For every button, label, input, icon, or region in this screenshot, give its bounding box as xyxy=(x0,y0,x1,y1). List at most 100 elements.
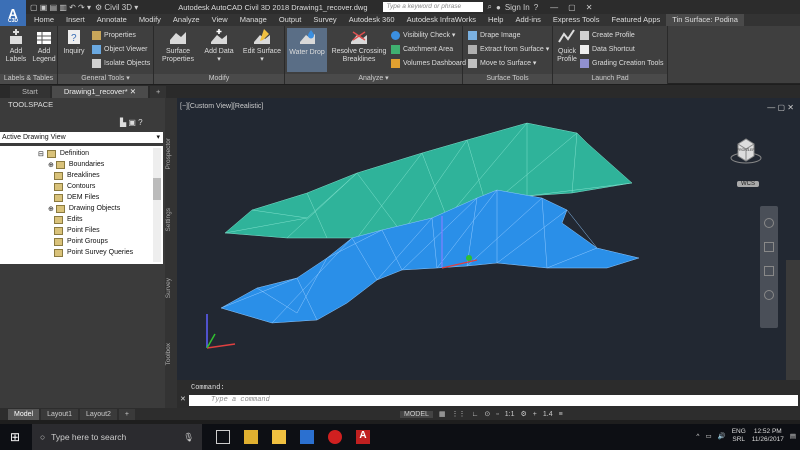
layout-tab-layout1[interactable]: Layout1 xyxy=(41,408,78,420)
surface-properties-button[interactable]: Surface Properties xyxy=(158,28,198,64)
tab-modify[interactable]: Modify xyxy=(133,14,167,26)
edge-icon[interactable] xyxy=(300,430,314,444)
edit-surface-button[interactable]: Edit Surface ▾ xyxy=(242,28,282,64)
workspace-select[interactable]: ⚙ Civil 3D ▾ xyxy=(95,3,138,12)
tree-node-point-survey-queries[interactable]: Point Survey Queries xyxy=(54,247,133,258)
tab-autodesk-360[interactable]: Autodesk 360 xyxy=(343,14,401,26)
quick-profile-button[interactable]: Quick Profile xyxy=(555,28,579,64)
help-icon[interactable]: ? xyxy=(534,3,538,12)
search-input[interactable]: Type a keyword or phrase xyxy=(383,2,484,12)
toolspace-toolbar-icons[interactable]: ▙ ▣ ? xyxy=(120,118,143,127)
grid-icon[interactable]: ▦ xyxy=(439,410,446,418)
ucs-menu[interactable]: WCS xyxy=(737,181,759,187)
store-icon[interactable] xyxy=(244,430,258,444)
language-indicator[interactable]: ENG SRL xyxy=(732,428,746,444)
tab-analyze[interactable]: Analyze xyxy=(167,14,206,26)
sign-in-button[interactable]: Sign In xyxy=(505,3,530,12)
windows-start-icon[interactable]: ⊞ xyxy=(0,430,30,444)
orbit-icon[interactable] xyxy=(764,290,774,300)
tab-infraworks[interactable]: Autodesk InfraWorks xyxy=(401,14,482,26)
application-menu-button[interactable]: A C3D xyxy=(0,0,26,26)
plus-icon[interactable]: + xyxy=(533,411,537,418)
quick-access-toolbar[interactable]: ▢ ▣ ▤ ▥ ↶ ↷ ▾ xyxy=(30,3,91,12)
tree-node-definition[interactable]: ⊟ Definition xyxy=(38,148,89,159)
tree-node-drawing-objects[interactable]: ⊕ Drawing Objects xyxy=(48,203,120,214)
tab-prospector[interactable]: Prospector xyxy=(165,138,177,169)
taskbar-search[interactable]: ○ Type here to search 🎙 xyxy=(32,424,202,450)
command-input[interactable]: Type a command xyxy=(189,395,798,406)
layout-tab-model[interactable]: Model xyxy=(8,408,40,420)
drawing-viewport[interactable]: [−][Custom View][Realistic] — ▢ ✕ FRONT … xyxy=(177,98,800,380)
tray-up-arrow-icon[interactable]: ^ xyxy=(696,433,699,440)
lineweight-value[interactable]: 1.4 xyxy=(543,411,553,418)
task-view-icon[interactable] xyxy=(216,430,230,444)
viewcube[interactable]: FRONT LEFT xyxy=(730,136,762,166)
data-shortcut-button[interactable]: Data Shortcut xyxy=(580,43,635,55)
tab-manage[interactable]: Manage xyxy=(234,14,273,26)
add-layout-button[interactable]: + xyxy=(118,408,136,420)
annotation-scale[interactable]: 1:1 xyxy=(505,411,515,418)
right-tool-palette[interactable] xyxy=(786,260,800,380)
add-legend-button[interactable]: Add Legend xyxy=(32,28,56,64)
search-icon[interactable]: ⌕ xyxy=(487,2,491,12)
tab-survey-side[interactable]: Survey xyxy=(165,278,177,298)
create-profile-button[interactable]: Create Profile xyxy=(580,29,635,41)
clock[interactable]: 12:52 PM 11/26/2017 xyxy=(752,428,784,444)
tab-add-ins[interactable]: Add-ins xyxy=(509,14,546,26)
move-to-surface-button[interactable]: Move to Surface ▾ xyxy=(468,57,536,69)
drape-image-button[interactable]: Drape Image xyxy=(468,29,520,41)
pan-icon[interactable] xyxy=(764,242,774,252)
tree-node-contours[interactable]: Contours xyxy=(54,181,95,192)
tab-express-tools[interactable]: Express Tools xyxy=(547,14,606,26)
water-drop-button[interactable]: Water Drop xyxy=(287,28,327,72)
tab-survey[interactable]: Survey xyxy=(307,14,342,26)
notifications-icon[interactable]: ▤ xyxy=(790,432,796,440)
catchment-area-button[interactable]: Catchment Area xyxy=(391,43,453,55)
tab-insert[interactable]: Insert xyxy=(60,14,91,26)
model-space-toggle[interactable]: MODEL xyxy=(400,410,433,418)
tab-settings-side[interactable]: Settings xyxy=(165,208,177,232)
isolate-objects-button[interactable]: Isolate Objects xyxy=(92,57,150,69)
maximize-button[interactable]: ▢ xyxy=(568,3,576,12)
visibility-check-button[interactable]: Visibility Check ▾ xyxy=(391,29,455,41)
customize-icon[interactable]: ≡ xyxy=(559,411,563,418)
layout-tab-layout2[interactable]: Layout2 xyxy=(80,408,117,420)
tab-view[interactable]: View xyxy=(206,14,234,26)
add-data-button[interactable]: Add Data ▾ xyxy=(201,28,237,64)
tree-node-point-files[interactable]: Point Files xyxy=(54,225,100,236)
tree-scrollbar[interactable] xyxy=(153,148,161,262)
command-close-icon[interactable]: ✕ xyxy=(180,395,186,403)
add-labels-button[interactable]: Add Labels xyxy=(4,28,28,64)
grading-creation-tools-button[interactable]: Grading Creation Tools xyxy=(580,57,663,69)
tree-node-edits[interactable]: Edits xyxy=(54,214,83,225)
tab-annotate[interactable]: Annotate xyxy=(91,14,133,26)
close-button[interactable]: ✕ xyxy=(586,3,593,12)
extract-from-surface-button[interactable]: Extract from Surface ▾ xyxy=(468,43,549,55)
tab-help[interactable]: Help xyxy=(482,14,509,26)
tree-node-point-groups[interactable]: Point Groups xyxy=(54,236,108,247)
steering-wheel-icon[interactable] xyxy=(764,218,774,228)
volume-icon[interactable]: 🔊 xyxy=(718,432,726,440)
minimize-button[interactable]: — xyxy=(550,3,558,12)
volumes-dashboard-button[interactable]: Volumes Dashboard xyxy=(391,57,466,69)
tab-home[interactable]: Home xyxy=(28,14,60,26)
tab-tin-surface[interactable]: Tin Surface: Podina xyxy=(666,14,744,26)
osnap-icon[interactable]: ▫ xyxy=(496,411,498,418)
network-icon[interactable]: ▭ xyxy=(705,432,711,440)
snap-icon[interactable]: ⋮⋮ xyxy=(452,410,466,418)
doc-tab-start[interactable]: Start xyxy=(10,86,50,98)
opera-icon[interactable] xyxy=(328,430,342,444)
autocad-app-icon[interactable]: A xyxy=(356,430,370,444)
tree-node-dem-files[interactable]: DEM Files xyxy=(54,192,99,203)
object-viewer-button[interactable]: Object Viewer xyxy=(92,43,147,55)
tree-node-breaklines[interactable]: Breaklines xyxy=(54,170,100,181)
tab-toolbox[interactable]: Toolbox xyxy=(165,343,177,365)
inquiry-button[interactable]: ? Inquiry xyxy=(62,28,86,56)
ortho-icon[interactable]: ∟ xyxy=(472,411,479,418)
tab-output[interactable]: Output xyxy=(273,14,308,26)
polar-icon[interactable]: ⊙ xyxy=(484,410,490,418)
file-explorer-icon[interactable] xyxy=(272,430,286,444)
doc-tab-drawing[interactable]: Drawing1_recover* ✕ xyxy=(51,86,148,98)
new-tab-button[interactable]: + xyxy=(150,86,167,98)
toolspace-view-select[interactable]: Active Drawing View ▾ xyxy=(0,132,163,143)
